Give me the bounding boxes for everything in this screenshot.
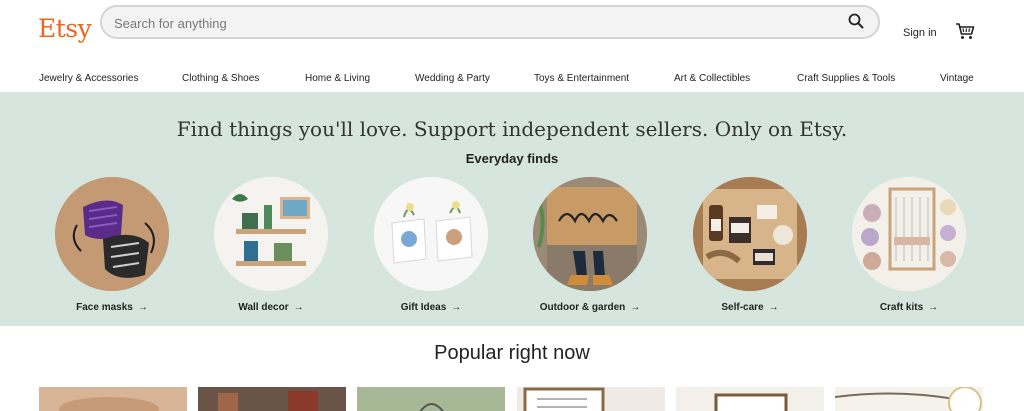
arrow-right-icon: →	[768, 302, 779, 313]
hero-title: Find things you'll love. Support indepen…	[176, 117, 848, 141]
popular-item-thumbnail[interactable]	[198, 387, 346, 411]
sign-in-link[interactable]: Sign in	[903, 27, 937, 39]
search-icon	[848, 13, 864, 34]
category-craft-kits-label: Craft kits	[879, 302, 924, 313]
self-care-image	[693, 177, 807, 291]
popular-item-thumbnail[interactable]	[517, 387, 665, 411]
popular-section-title: Popular right now	[434, 342, 590, 364]
category-face-masks-label: Face masks	[76, 302, 133, 313]
search-input[interactable]	[114, 13, 814, 33]
hero-subtitle: Everyday finds	[465, 151, 559, 166]
arrow-right-icon: →	[451, 302, 462, 313]
face-masks-image	[55, 177, 169, 291]
site-header: Etsy Sign in	[0, 0, 1024, 66]
nav-item-home-living[interactable]: Home & Living	[305, 73, 370, 84]
nav-item-clothing-shoes[interactable]: Clothing & Shoes	[182, 73, 259, 84]
nav-item-toys-entertainment[interactable]: Toys & Entertainment	[534, 73, 629, 84]
popular-item-thumbnail[interactable]	[357, 387, 505, 411]
search-bar	[100, 5, 880, 39]
nav-item-vintage[interactable]: Vintage	[940, 73, 974, 84]
category-wall-decor[interactable]: Wall decor →	[191, 177, 351, 313]
arrow-right-icon: →	[928, 302, 939, 313]
category-craft-kits[interactable]: Craft kits →	[829, 177, 989, 313]
outdoor-garden-image	[533, 177, 647, 291]
etsy-logo[interactable]: Etsy	[38, 14, 92, 43]
category-self-care[interactable]: Self-care →	[670, 177, 830, 313]
nav-item-wedding-party[interactable]: Wedding & Party	[415, 73, 490, 84]
category-gift-ideas-label: Gift Ideas	[400, 302, 447, 313]
wall-decor-image	[214, 177, 328, 291]
arrow-right-icon: →	[293, 302, 304, 313]
nav-item-jewelry-accessories[interactable]: Jewelry & Accessories	[39, 73, 138, 84]
nav-item-art-collectibles[interactable]: Art & Collectibles	[674, 73, 750, 84]
category-outdoor-garden-label: Outdoor & garden	[539, 302, 626, 313]
category-wall-decor-label: Wall decor	[238, 302, 289, 313]
cart-icon	[955, 23, 975, 44]
popular-item-thumbnail[interactable]	[835, 387, 983, 411]
cart-button[interactable]	[955, 22, 975, 40]
category-outdoor-garden[interactable]: Outdoor & garden →	[510, 177, 670, 313]
category-face-masks[interactable]: Face masks →	[32, 177, 192, 313]
hero-banner: Find things you'll love. Support indepen…	[0, 93, 1024, 326]
arrow-right-icon: →	[137, 302, 148, 313]
category-self-care-label: Self-care	[721, 302, 764, 313]
craft-kits-image	[852, 177, 966, 291]
popular-item-thumbnail[interactable]	[676, 387, 824, 411]
popular-item-thumbnail[interactable]	[39, 387, 187, 411]
category-nav: Jewelry & Accessories Clothing & Shoes H…	[0, 66, 1024, 93]
search-button[interactable]	[844, 11, 868, 35]
category-gift-ideas[interactable]: Gift Ideas →	[351, 177, 511, 313]
gift-ideas-image	[374, 177, 488, 291]
arrow-right-icon: →	[630, 302, 641, 313]
nav-item-craft-supplies-tools[interactable]: Craft Supplies & Tools	[797, 73, 895, 84]
